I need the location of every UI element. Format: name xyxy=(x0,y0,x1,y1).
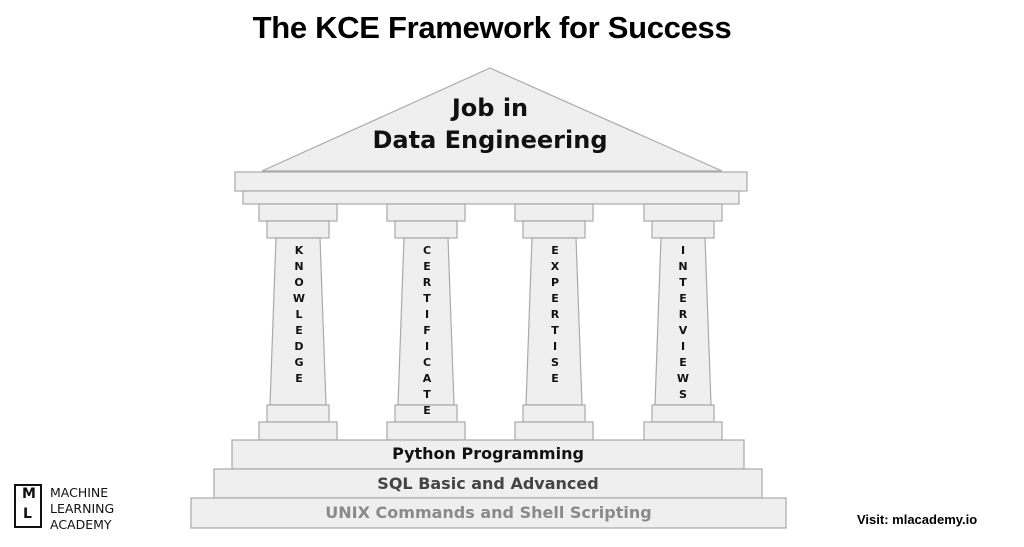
pillar-base-bottom-certificate xyxy=(386,421,466,441)
pillar-base-bottom-knowledge xyxy=(258,421,338,441)
pillar-capital-top-interviews xyxy=(643,203,723,222)
roof-line-1: Job in xyxy=(451,94,529,122)
pillar-base-top-interviews xyxy=(651,404,715,423)
temple-diagram xyxy=(190,67,787,529)
pillar-base-top-knowledge xyxy=(266,404,330,423)
logo-letter-l: L xyxy=(23,506,32,522)
pillar-capital-bottom-certificate xyxy=(394,220,458,239)
pillar-base-bottom-expertise xyxy=(514,421,594,441)
pillar-capital-top-certificate xyxy=(386,203,466,222)
step-label-unix: UNIX Commands and Shell Scripting xyxy=(325,503,652,522)
roof-line-2: Data Engineering xyxy=(372,126,608,154)
pillar-base-bottom-interviews xyxy=(643,421,723,441)
pillar-label-interviews: I N T E R V I E W S xyxy=(676,244,690,401)
visit-link-text: Visit: mlacademy.io xyxy=(857,512,978,527)
entablature-bottom xyxy=(242,190,740,205)
step-label-sql: SQL Basic and Advanced xyxy=(377,474,599,493)
pillar-label-certificate: C E R T I F I C A T E xyxy=(422,244,432,417)
pillar-capital-bottom-expertise xyxy=(522,220,586,239)
step-label-python: Python Programming xyxy=(392,444,584,463)
pillar-capital-bottom-interviews xyxy=(651,220,715,239)
pillar-capital-bottom-knowledge xyxy=(266,220,330,239)
pillar-base-top-expertise xyxy=(522,404,586,423)
pillar-capital-top-knowledge xyxy=(258,203,338,222)
academy-logo: M L MACHINE LEARNING ACADEMY xyxy=(14,484,134,534)
pillar-label-expertise: E X P E R T I S E xyxy=(550,244,560,385)
pillar-label-knowledge: K N O W L E D G E xyxy=(292,244,306,385)
logo-text: MACHINE LEARNING ACADEMY xyxy=(50,485,115,532)
pillar-capital-top-expertise xyxy=(514,203,594,222)
logo-letter-m: M xyxy=(22,486,36,502)
entablature-top xyxy=(234,171,748,192)
